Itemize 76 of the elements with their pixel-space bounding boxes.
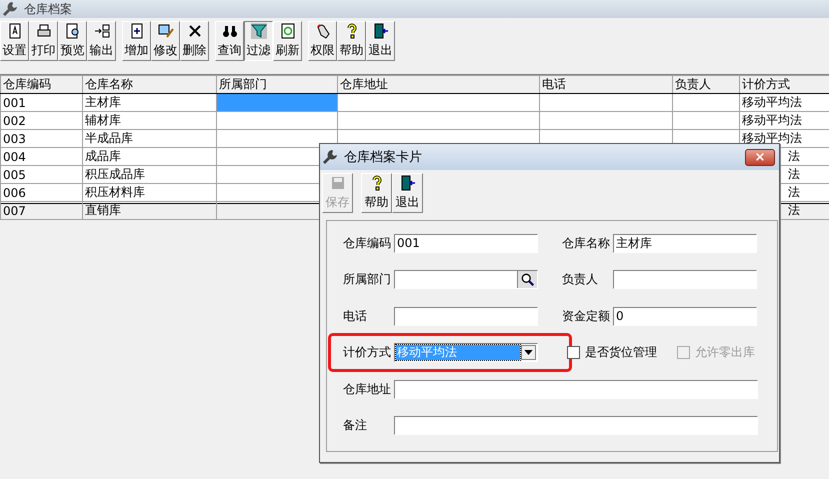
field-label: 电话: [343, 308, 368, 325]
field-label: 资金定额: [562, 308, 611, 325]
input-field[interactable]: [394, 306, 538, 326]
caret-icon: [524, 350, 533, 356]
column-header[interactable]: 负责人: [672, 76, 740, 94]
table-cell: 半成品库: [82, 130, 216, 148]
export-icon: [94, 23, 110, 39]
toggle-button[interactable]: 过滤: [244, 21, 273, 61]
checkbox-option[interactable]: 是否货位管理: [567, 344, 657, 362]
field-label: 负责人: [562, 271, 599, 288]
toolbar-button[interactable]: 输出: [87, 21, 116, 61]
toolbar-button[interactable]: 删除: [180, 21, 209, 61]
toolbar-button[interactable]: 预览: [58, 21, 87, 61]
preview-icon: [64, 23, 80, 39]
table-cell: 积压材料库: [82, 184, 216, 202]
field-label: 仓库编码: [343, 234, 392, 252]
toolbar-button[interactable]: 帮助: [337, 21, 366, 61]
toolbar-button[interactable]: 帮助: [361, 173, 392, 213]
input-field[interactable]: 主材库: [613, 234, 757, 253]
input-field[interactable]: [613, 270, 757, 290]
input-field[interactable]: 001: [394, 234, 538, 253]
wrench-icon: [2, 1, 18, 17]
exit-icon: [372, 23, 388, 39]
column-header[interactable]: 仓库名称: [82, 76, 216, 94]
table-cell: 移动平均法: [740, 112, 829, 130]
add-icon: [128, 23, 144, 39]
toolbar-button[interactable]: 退出: [366, 21, 395, 61]
field-label: 计价方式: [343, 344, 392, 362]
input-field[interactable]: [394, 380, 758, 399]
lookup-field[interactable]: [394, 270, 538, 290]
column-header[interactable]: 计价方式: [740, 76, 829, 94]
input-field[interactable]: [394, 416, 758, 436]
table-cell: 002: [0, 112, 82, 130]
toolbar-button[interactable]: 设置: [0, 21, 29, 61]
window-title: 仓库档案: [24, 0, 72, 18]
table-cell: 积压成品库: [82, 166, 216, 184]
checkbox[interactable]: [567, 346, 580, 360]
wrench-icon: [322, 149, 338, 165]
toolbar-button[interactable]: 增加: [122, 21, 151, 61]
column-header[interactable]: 仓库编码: [0, 76, 82, 94]
search-icon: [520, 272, 534, 287]
field-label: 所属部门: [343, 271, 392, 288]
field-label: 仓库名称: [562, 234, 611, 252]
toolbar-button[interactable]: 查询: [215, 21, 244, 61]
column-header[interactable]: 仓库地址: [338, 76, 540, 94]
table-cell: 成品库: [82, 148, 216, 166]
toolbar-button[interactable]: 修改: [151, 21, 180, 61]
search-button[interactable]: [517, 271, 537, 288]
table-cell: 直销库: [82, 202, 216, 220]
page-icon: [6, 23, 22, 39]
field-label: 仓库地址: [343, 380, 392, 398]
table-cell: 主材库: [82, 94, 216, 112]
printer-icon: [36, 23, 52, 39]
input-field[interactable]: 0: [613, 306, 757, 326]
delete-icon: [186, 23, 202, 39]
toolbar-button[interactable]: 权限: [308, 21, 337, 61]
table-cell: 007: [0, 202, 82, 220]
refresh-icon: [280, 23, 296, 39]
toolbar-button[interactable]: 打印: [29, 21, 58, 61]
table-cell: 移动平均法: [740, 94, 829, 112]
table-cell: 辅材库: [82, 112, 216, 130]
exit-icon: [400, 175, 416, 191]
column-header[interactable]: 所属部门: [216, 76, 338, 94]
binoculars-icon: [222, 23, 238, 39]
table-cell: 005: [0, 166, 82, 184]
toolbar-button[interactable]: 退出: [392, 173, 423, 213]
table-cell: 001: [0, 94, 82, 112]
table-cell: 003: [0, 130, 82, 148]
dialog-title: 仓库档案卡片: [344, 149, 422, 166]
filter-icon: [250, 23, 266, 39]
field-label: 备注: [343, 417, 368, 434]
table-cell: 004: [0, 148, 82, 166]
table-cell: 006: [0, 184, 82, 202]
toolbar-button[interactable]: 刷新: [273, 21, 302, 61]
edit-icon: [158, 23, 174, 39]
column-header[interactable]: 电话: [540, 76, 672, 94]
